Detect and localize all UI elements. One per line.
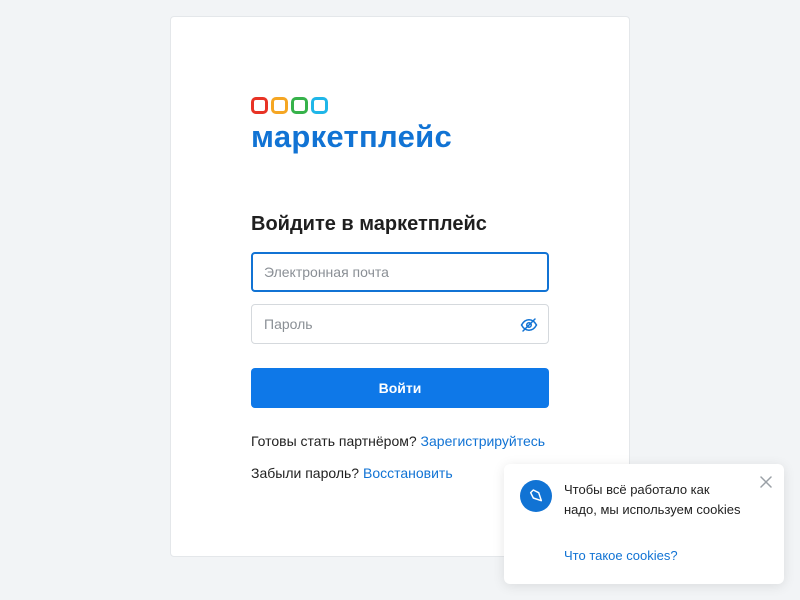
forgot-text: Забыли пароль? xyxy=(251,465,360,481)
logo-square-orange xyxy=(271,97,288,114)
marketplace-logo: маркетплейс xyxy=(251,97,452,155)
partner-line: Готовы стать партнёром? Зарегистрируйтес… xyxy=(251,433,545,449)
cookie-info-link[interactable]: Что такое cookies? xyxy=(564,548,678,563)
eye-off-icon[interactable] xyxy=(520,316,538,334)
login-page: маркетплейс Войдите в маркетплейс Войти … xyxy=(0,0,800,600)
logo-square-cyan xyxy=(311,97,328,114)
cookie-icon xyxy=(520,480,552,512)
forgot-line: Забыли пароль? Восстановить xyxy=(251,465,453,481)
close-icon[interactable] xyxy=(758,474,774,490)
page-title: Войдите в маркетплейс xyxy=(251,213,487,235)
cookie-message: Чтобы всё работало как надо, мы использу… xyxy=(564,482,741,517)
password-field-wrapper xyxy=(251,304,549,344)
email-field-wrapper xyxy=(251,252,549,292)
logo-square-red xyxy=(251,97,268,114)
restore-password-link[interactable]: Восстановить xyxy=(363,465,453,481)
logo-squares-icon xyxy=(251,97,452,115)
password-field[interactable] xyxy=(252,305,548,343)
logo-square-green xyxy=(291,97,308,114)
register-link[interactable]: Зарегистрируйтесь xyxy=(421,433,546,449)
logo-wordmark: маркетплейс xyxy=(251,119,453,154)
partner-text: Готовы стать партнёром? xyxy=(251,433,417,449)
email-field[interactable] xyxy=(253,254,547,290)
cookie-banner: Чтобы всё работало как надо, мы использу… xyxy=(504,464,784,584)
login-button[interactable]: Войти xyxy=(251,368,549,408)
